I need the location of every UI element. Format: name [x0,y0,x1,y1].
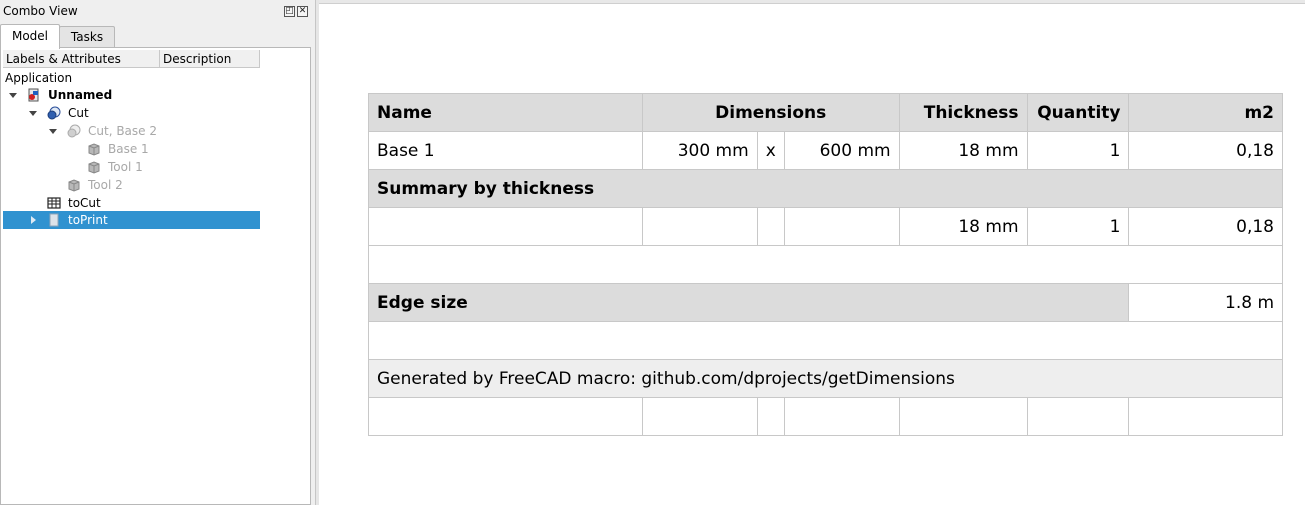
cell-empty [1128,397,1283,436]
chevron-down-icon[interactable] [9,93,17,98]
cell-dim1: 300 mm [641,131,758,170]
blank-row [368,245,1283,284]
tree-item-label: Cut [68,106,89,120]
tree-item-base-1[interactable]: Base 1 [3,140,260,158]
cube-icon [88,143,100,156]
close-panel-button[interactable]: ✕ [297,6,308,17]
tree-item-label: Unnamed [48,88,113,102]
panel-splitter[interactable] [315,0,319,505]
edge-size-value: 1.8 m [1128,283,1283,322]
combo-view-panel: Combo View ◰ ✕ Model Tasks Labels & Attr… [0,0,315,505]
print-sheet-table: Name Dimensions Thickness Quantity m2 Ba… [367,93,1283,436]
tree-item-tocut[interactable]: toCut [3,194,260,212]
summary-title: Summary by thickness [368,169,1283,208]
cell-dim2: 600 mm [783,131,900,170]
tree-application: Application [5,71,73,85]
generated-row: Generated by FreeCAD macro: github.com/d… [368,359,1283,398]
page-icon [49,213,59,227]
tree-item-label: Base 1 [108,142,149,156]
cell-empty [898,397,1028,436]
tree-item-toprint[interactable]: toPrint [3,211,260,229]
chevron-down-icon[interactable] [29,111,37,116]
tree-item-label: Tool 1 [108,160,143,174]
blank-row [368,321,1283,360]
cell-x: x [756,131,785,170]
edge-size-label: Edge size [367,283,1130,322]
tree-item-unnamed[interactable]: Unnamed [3,86,260,104]
view-top-border [319,0,1305,4]
table-row: Base 1 300 mm x 600 mm 18 mm 1 0,18 [368,131,1283,170]
float-panel-button[interactable]: ◰ [284,6,295,17]
cube-icon [88,161,100,174]
combo-view-buttons: ◰ ✕ [284,6,308,17]
header-m2: m2 [1128,93,1283,132]
cell-empty [756,397,785,436]
header-thickness: Thickness [898,93,1028,132]
cell-m2: 0,18 [1128,131,1283,170]
header-name: Name [368,93,643,132]
cell-empty [368,245,1283,284]
cell-empty [756,207,785,246]
model-tree: Labels & Attributes Description Applicat… [0,47,311,505]
combo-tabs: Model Tasks [0,24,115,49]
cell-empty [641,397,758,436]
chevron-right-icon[interactable] [31,216,36,224]
cell-empty [368,207,643,246]
edge-size-row: Edge size 1.8 m [367,283,1283,322]
cell-empty [641,207,758,246]
boolean-cut-icon [67,124,81,138]
summary-quantity: 1 [1026,207,1130,246]
tree-item-tool-2[interactable]: Tool 2 [3,176,260,194]
tree-item-label: toPrint [68,213,108,227]
tab-model[interactable]: Model [0,24,60,49]
document-icon [28,88,39,102]
tree-item-cut[interactable]: Cut [3,104,260,122]
cell-empty [783,207,900,246]
cell-thickness: 18 mm [898,131,1028,170]
cell-empty [783,397,900,436]
tree-item-tool-1[interactable]: Tool 1 [3,158,260,176]
cell-name: Base 1 [368,131,643,170]
cell-empty [368,321,1283,360]
summary-m2: 0,18 [1128,207,1283,246]
header-dimensions: Dimensions [641,93,900,132]
cell-quantity: 1 [1026,131,1130,170]
spreadsheet-icon [47,197,61,209]
generated-by-text: Generated by FreeCAD macro: github.com/d… [368,359,1283,398]
tree-item-label: Cut, Base 2 [88,124,157,138]
tree-item-cut-base-2[interactable]: Cut, Base 2 [3,122,260,140]
cell-empty [1026,397,1130,436]
tree-item-label: Tool 2 [88,178,123,192]
cube-icon [68,179,80,192]
cell-empty [368,397,643,436]
combo-view-title: Combo View [3,4,78,18]
summary-row: 18 mm 1 0,18 [368,207,1283,246]
column-labels-attributes[interactable]: Labels & Attributes [3,50,160,67]
blank-row [368,397,1283,436]
tab-tasks[interactable]: Tasks [59,26,115,48]
summary-title-row: Summary by thickness [368,169,1283,208]
header-quantity: Quantity [1026,93,1130,132]
column-description[interactable]: Description [160,50,260,67]
boolean-cut-icon [47,106,61,120]
tree-header: Labels & Attributes Description [3,50,260,68]
table-header-row: Name Dimensions Thickness Quantity m2 [368,93,1283,132]
summary-thickness: 18 mm [898,207,1028,246]
chevron-down-icon[interactable] [49,129,57,134]
tree-item-label: toCut [68,196,101,210]
